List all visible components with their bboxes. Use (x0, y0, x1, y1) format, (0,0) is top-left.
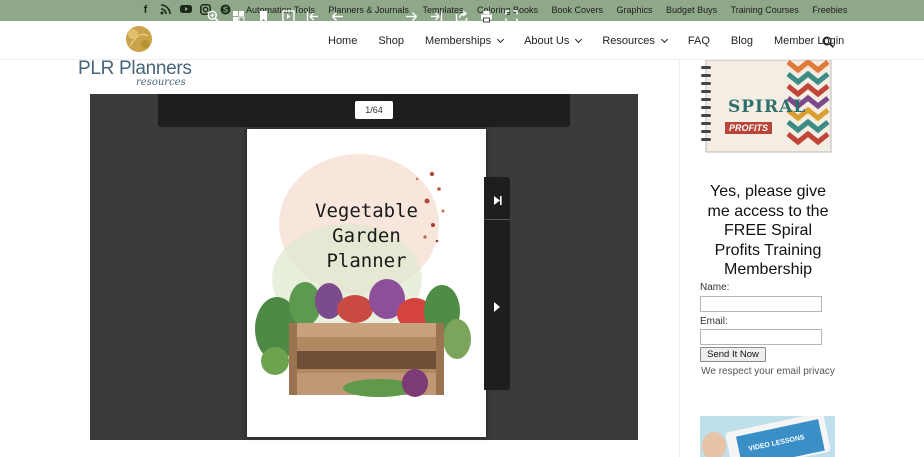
site-logo[interactable]: PLR Planners resources (78, 22, 203, 90)
book-cover-page[interactable]: Vegetable Garden Planner (247, 129, 486, 437)
video-lessons-promo-image[interactable]: VIDEO LESSONS (700, 416, 835, 457)
top-link[interactable]: Book Covers (552, 5, 604, 15)
nav-label: FAQ (687, 35, 710, 47)
nav-label: Resources (602, 35, 655, 47)
send-it-now-button[interactable]: Send It Now (700, 347, 766, 362)
top-link[interactable]: Freebies (812, 5, 847, 15)
spiral-profits-promo-image[interactable]: SPIRAL PROFITS (700, 58, 835, 155)
top-link[interactable]: Graphics (617, 5, 653, 15)
previous-page-icon[interactable] (331, 10, 344, 23)
zoom-in-icon[interactable] (207, 10, 220, 23)
chevron-down-icon (575, 35, 583, 44)
last-page-icon[interactable] (430, 10, 443, 23)
cover-title-line: Garden (332, 225, 401, 247)
main-nav: Home Shop Memberships About Us Resources… (328, 35, 865, 47)
cover-title-line: Vegetable (315, 200, 418, 222)
cover-title-line: Planner (326, 250, 407, 272)
nav-blog[interactable]: Blog (731, 35, 753, 47)
nav-home[interactable]: Home (328, 35, 357, 47)
skip-end-icon[interactable] (492, 193, 503, 205)
nav-faq[interactable]: FAQ (688, 35, 710, 47)
social-links: f S (139, 4, 239, 17)
logo-subtext: resources (136, 77, 186, 88)
promo-title: SPIRAL (728, 97, 807, 117)
optin-headline: Yes, please give me access to the FREE S… (707, 183, 829, 278)
share-icon[interactable] (455, 10, 468, 23)
nav-resources[interactable]: Resources (602, 35, 668, 47)
nav-label: Shop (378, 35, 405, 47)
chevron-down-icon (660, 35, 668, 44)
top-link[interactable]: Budget Buys (666, 5, 717, 15)
nav-label: About Us (524, 35, 570, 47)
fullscreen-icon[interactable] (505, 10, 518, 23)
youtube-icon[interactable] (179, 4, 192, 17)
nav-about-us[interactable]: About Us (524, 35, 583, 47)
name-label: Name: (700, 282, 730, 293)
nav-label: Home (328, 35, 358, 47)
page-number-input[interactable]: 1/64 (355, 101, 393, 119)
print-icon[interactable] (480, 10, 493, 23)
privacy-note: We respect your email privacy (701, 366, 835, 377)
sidebar-divider (679, 60, 680, 457)
first-page-icon[interactable] (306, 10, 319, 23)
svg-text:S: S (223, 5, 229, 14)
thumbnails-icon[interactable] (232, 10, 245, 23)
name-field[interactable] (700, 296, 822, 312)
promo-subtitle: PROFITS (725, 122, 773, 134)
nav-label: Memberships (425, 35, 492, 47)
cover-artwork (255, 154, 471, 397)
rss-icon[interactable] (159, 4, 172, 17)
facebook-icon[interactable]: f (139, 4, 152, 17)
email-label: Email: (700, 316, 728, 327)
search-icon[interactable] (822, 35, 834, 48)
next-page-icon[interactable] (405, 10, 418, 23)
skype-icon[interactable]: S (219, 4, 232, 17)
single-page-icon[interactable] (282, 10, 295, 23)
next-arrow-icon[interactable] (493, 300, 502, 312)
viewer-side-panel (484, 177, 510, 390)
bookmark-icon[interactable] (257, 10, 270, 23)
chevron-down-icon (497, 35, 505, 44)
email-field[interactable] (700, 329, 822, 345)
nav-shop[interactable]: Shop (378, 35, 404, 47)
nav-memberships[interactable]: Memberships (425, 35, 505, 47)
panel-divider (484, 219, 510, 220)
nav-label: Blog (730, 35, 753, 47)
top-link[interactable]: Training Courses (731, 5, 799, 15)
